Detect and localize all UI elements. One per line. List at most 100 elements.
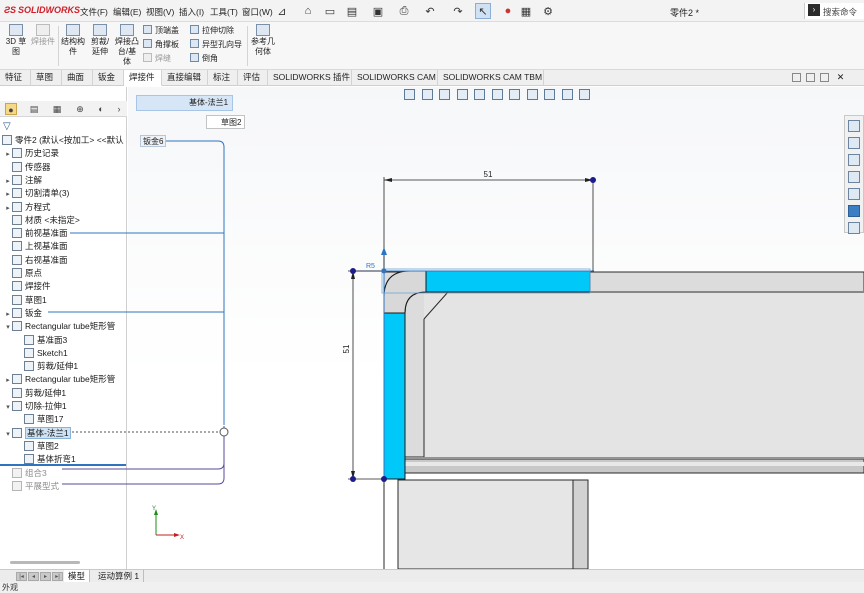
breadcrumb[interactable]: 基体-法兰1: [136, 95, 234, 111]
tree-item[interactable]: Sketch1: [16, 347, 68, 360]
zoom-to-fit-icon[interactable]: [404, 89, 415, 100]
tab-evaluate[interactable]: 评估: [238, 70, 268, 86]
expand-arrow-icon[interactable]: ▾: [4, 321, 12, 334]
weld-bead-button[interactable]: 焊缝: [143, 53, 171, 65]
dimension-vertical-label[interactable]: 51: [342, 344, 351, 353]
tree-item[interactable]: 平展型式: [4, 480, 59, 493]
home-icon[interactable]: ⌂: [300, 3, 316, 19]
appearance-icon[interactable]: [544, 89, 556, 100]
menu-file[interactable]: 文件(F): [80, 6, 108, 18]
last-tab-icon[interactable]: ▸|: [52, 572, 63, 581]
options-gear-icon[interactable]: ⚙: [540, 3, 556, 19]
feature-tree-tab-icon[interactable]: ●: [5, 103, 17, 115]
next-tab-icon[interactable]: ▸: [40, 572, 51, 581]
dim-endpoint[interactable]: [381, 476, 387, 482]
tree-item[interactable]: ▾ 切除-拉伸1: [4, 400, 67, 413]
maximize-icon[interactable]: [820, 73, 829, 82]
save-icon[interactable]: ▣: [370, 3, 386, 19]
rollback-bar[interactable]: [0, 464, 126, 466]
gusset-button[interactable]: 角撑板: [143, 39, 179, 51]
menu-edit[interactable]: 编辑(E): [113, 6, 141, 18]
horizontal-scrollbar[interactable]: [10, 561, 80, 564]
prev-tab-icon[interactable]: ◂: [28, 572, 39, 581]
expand-arrow-icon[interactable]: ▸: [4, 175, 12, 188]
property-manager-tab-icon[interactable]: ▤: [28, 103, 40, 115]
tab-sw-cam-tbm[interactable]: SOLIDWORKS CAM TBM: [438, 70, 544, 86]
first-tab-icon[interactable]: |◂: [16, 572, 27, 581]
tree-item[interactable]: ▸ 方程式: [4, 201, 51, 214]
scene-icon[interactable]: [561, 89, 573, 100]
tree-item[interactable]: ▾ Rectangular tube矩形管: [4, 320, 115, 333]
zoom-to-area-icon[interactable]: [421, 89, 433, 100]
sketch-corner-point[interactable]: [381, 268, 387, 274]
section-view-icon[interactable]: [456, 89, 468, 100]
pin-icon[interactable]: ⊿: [274, 3, 290, 19]
tree-item[interactable]: 材质 <未指定>: [4, 214, 80, 227]
sw-forum-icon[interactable]: [848, 222, 860, 234]
menu-view[interactable]: 视图(V): [146, 6, 174, 18]
tab-features[interactable]: 特征: [0, 70, 31, 86]
tab-direct-editing[interactable]: 直接编辑: [162, 70, 208, 86]
tree-root-part[interactable]: 零件2 (默认<按加工> <<默认: [2, 134, 124, 147]
expand-arrow-icon[interactable]: ▸: [4, 148, 12, 161]
new-document-icon[interactable]: ▭: [322, 3, 338, 19]
dimension-horizontal-label[interactable]: 51: [484, 170, 493, 179]
tree-item[interactable]: 原点: [4, 267, 42, 280]
expand-arrow-icon[interactable]: ▸: [4, 374, 12, 387]
tree-item[interactable]: ▸ Rectangular tube矩形管: [4, 373, 115, 386]
view-settings-icon[interactable]: [579, 89, 591, 100]
tile-icon[interactable]: [806, 73, 815, 82]
more-tabs-icon[interactable]: ›: [113, 103, 125, 115]
select-icon[interactable]: ↖: [475, 3, 491, 19]
tree-item[interactable]: ▾ 基体-法兰1: [4, 426, 71, 441]
display-manager-tab-icon[interactable]: ◐: [95, 103, 107, 115]
filter-icon[interactable]: ▽: [3, 121, 11, 132]
extrude-cut-button[interactable]: 拉伸切除: [190, 25, 234, 37]
hole-wizard-button[interactable]: 异型孔向导: [190, 39, 242, 51]
open-icon[interactable]: ▤: [344, 3, 360, 19]
restore-icon[interactable]: [792, 73, 801, 82]
dimension-radius-label[interactable]: R5: [366, 263, 375, 270]
tree-item[interactable]: 基准面3: [16, 334, 67, 347]
tab-sw-cam[interactable]: SOLIDWORKS CAM: [352, 70, 438, 86]
trim-extend-button[interactable]: 剪裁/延伸: [88, 24, 112, 57]
display-style-icon[interactable]: [509, 89, 521, 100]
structure-member-button[interactable]: 结构构件: [60, 24, 86, 57]
tab-surfaces[interactable]: 曲面: [62, 70, 93, 86]
tree-item[interactable]: 草图17: [16, 413, 63, 426]
expand-arrow-icon[interactable]: ▾: [4, 428, 12, 441]
custom-properties-icon[interactable]: [848, 205, 860, 217]
graphics-area[interactable]: 51 51 R5 Y X 基体-法兰1 草图2: [128, 87, 864, 569]
weld-boss-base-button[interactable]: 焊接凸台/基体: [114, 24, 140, 67]
dim-endpoint[interactable]: [590, 177, 596, 183]
dynamic-annotation-icon[interactable]: [474, 89, 486, 100]
menu-tools[interactable]: 工具(T): [210, 6, 238, 18]
tab-weldments[interactable]: 焊接件: [124, 70, 162, 86]
expand-arrow-icon[interactable]: ▸: [4, 202, 12, 215]
hide-show-items-icon[interactable]: [526, 89, 538, 100]
menu-insert[interactable]: 插入(I): [179, 6, 204, 18]
sheet-metal-callout[interactable]: 钣金6: [140, 135, 167, 147]
chamfer-button[interactable]: 倒角: [190, 53, 218, 65]
tree-item[interactable]: 右视基准面: [4, 254, 68, 267]
tree-item[interactable]: 剪裁/延伸1: [4, 387, 66, 400]
weld-sketch-button[interactable]: 焊接件: [30, 24, 56, 47]
dim-endpoint[interactable]: [350, 476, 356, 482]
config-manager-tab-icon[interactable]: ▦: [51, 103, 63, 115]
rebuild-icon[interactable]: ▦: [518, 3, 534, 19]
tree-item[interactable]: ▸ 切割清单(3): [4, 187, 69, 200]
sketch3d-button[interactable]: 3D 草图: [3, 24, 29, 57]
search-commands-box[interactable]: › 搜索命令: [804, 3, 864, 19]
expand-arrow-icon[interactable]: ▸: [4, 308, 12, 321]
previous-view-icon[interactable]: [439, 89, 451, 100]
tab-sketch[interactable]: 草图: [31, 70, 62, 86]
tree-item[interactable]: 组合3: [4, 467, 47, 480]
expand-arrow-icon[interactable]: ▾: [4, 401, 12, 414]
tree-item[interactable]: 草图2: [16, 440, 59, 453]
dim-endpoint[interactable]: [350, 268, 356, 274]
model-viewport[interactable]: 51 51 R5 Y X: [128, 87, 864, 569]
appearances-scenes-icon[interactable]: [848, 188, 860, 200]
design-library-icon[interactable]: [848, 137, 860, 149]
print-icon[interactable]: ⎙: [396, 3, 412, 19]
tree-item[interactable]: ▸ 注解: [4, 174, 42, 187]
